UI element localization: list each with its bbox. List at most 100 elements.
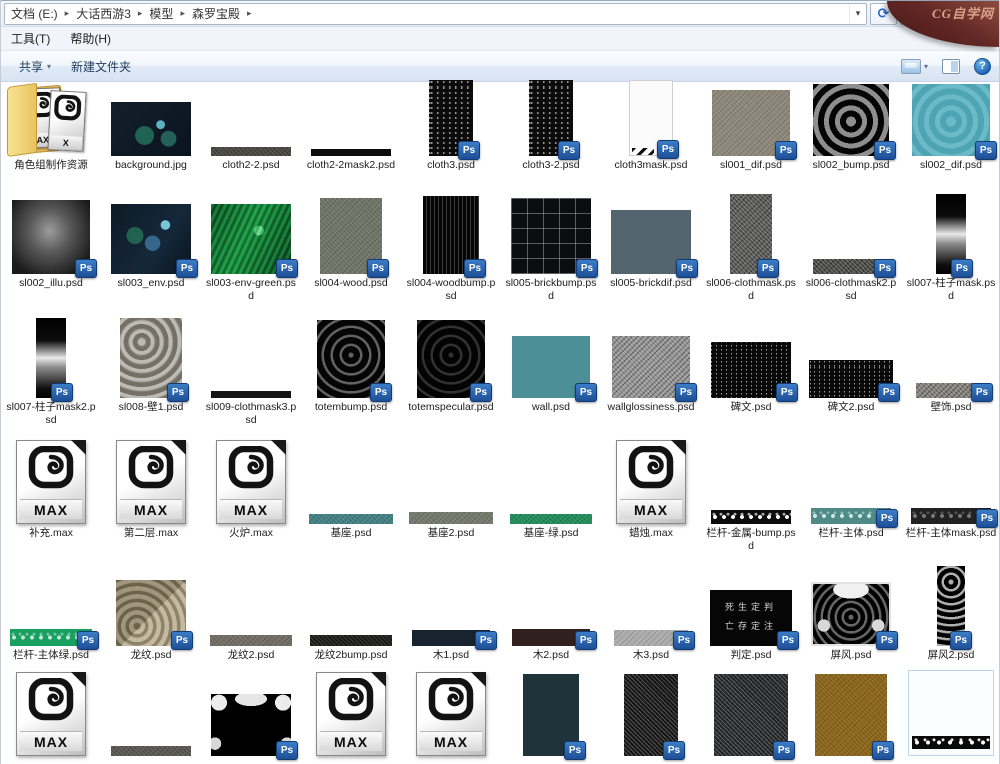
psd-thumbnail: Ps xyxy=(529,80,573,156)
file-item[interactable]: Ps栏杆-主体绿.psd xyxy=(1,562,101,680)
file-item[interactable]: Pswallglossiness.psd xyxy=(601,314,701,438)
file-item[interactable]: Pscloth3.psd xyxy=(401,82,501,190)
psd-thumbnail: Ps xyxy=(611,210,691,274)
file-item[interactable] xyxy=(901,680,1000,764)
file-item[interactable]: Pstotemspecular.psd xyxy=(401,314,501,438)
file-item[interactable]: Pssl005-brickbump.psd xyxy=(501,190,601,314)
file-item[interactable]: AXX角色组制作资源 xyxy=(1,82,101,190)
file-item[interactable]: Pscloth3mask.psd xyxy=(601,82,701,190)
file-item[interactable]: Ps xyxy=(201,680,301,764)
file-item[interactable]: Pssl007-柱子mask.psd xyxy=(901,190,1000,314)
breadcrumb-item[interactable]: 模型 xyxy=(143,5,179,22)
photoshop-badge: Ps xyxy=(874,259,896,278)
file-label: sl002_illu.psd xyxy=(19,277,83,290)
file-item[interactable]: Ps栏杆-主体mask.psd xyxy=(901,438,1000,562)
file-item[interactable]: 龙纹2bump.psd xyxy=(301,562,401,680)
file-item[interactable]: Pssl001_dif.psd xyxy=(701,82,801,190)
file-item[interactable]: Pscloth3-2.psd xyxy=(501,82,601,190)
file-item[interactable]: Pssl002_dif.psd xyxy=(901,82,1000,190)
file-item[interactable]: Ps木2.psd xyxy=(501,562,601,680)
breadcrumb-item[interactable]: 森罗宝殿 xyxy=(186,5,246,22)
file-item[interactable]: 基座-绿.psd xyxy=(501,438,601,562)
breadcrumb-item[interactable]: 文档 (E:) xyxy=(5,5,64,22)
file-item[interactable]: Pssl002_illu.psd xyxy=(1,190,101,314)
file-label: sl009-clothmask3.psd xyxy=(205,401,297,426)
psd-thumbnail xyxy=(409,512,493,524)
file-label: sl003-env-green.psd xyxy=(205,277,297,302)
file-item[interactable]: Ps碑文2.psd xyxy=(801,314,901,438)
file-item[interactable]: 死生定判 亡存定注Ps判定.psd xyxy=(701,562,801,680)
file-item[interactable]: 基座2.psd xyxy=(401,438,501,562)
breadcrumb[interactable]: 文档 (E:)▸大话西游3▸模型▸森罗宝殿▸ ▾ xyxy=(4,3,867,25)
file-item[interactable]: Pssl004-woodbump.psd xyxy=(401,190,501,314)
file-item[interactable]: Pssl006-clothmask2.psd xyxy=(801,190,901,314)
file-item[interactable]: Ps栏杆-主体.psd xyxy=(801,438,901,562)
file-item[interactable]: cloth2-2mask2.psd xyxy=(301,82,401,190)
refresh-button[interactable]: ⟳ xyxy=(870,3,897,25)
file-item[interactable]: sl009-clothmask3.psd xyxy=(201,314,301,438)
file-item[interactable]: Pssl008-壁1.psd xyxy=(101,314,201,438)
file-item[interactable]: 基座.psd xyxy=(301,438,401,562)
file-item[interactable]: MAX xyxy=(301,680,401,764)
chevron-down-icon: ▾ xyxy=(924,62,928,71)
file-thumbnail-area: Ps xyxy=(111,190,191,274)
max-badge: MAX xyxy=(20,731,82,751)
file-item[interactable]: MAX第二层.max xyxy=(101,438,201,562)
psd-thumbnail xyxy=(210,635,292,646)
page-icon: MAX xyxy=(216,440,286,524)
photoshop-badge: Ps xyxy=(971,383,993,402)
new-folder-button[interactable]: 新建文件夹 xyxy=(61,51,141,81)
photoshop-badge: Ps xyxy=(663,741,685,760)
file-label: 屏风2.psd xyxy=(928,649,975,662)
file-item[interactable]: Pssl004-wood.psd xyxy=(301,190,401,314)
psd-thumbnail: Ps xyxy=(730,194,772,274)
file-item[interactable]: Ps木3.psd xyxy=(601,562,701,680)
breadcrumb-separator-icon[interactable]: ▸ xyxy=(246,8,253,19)
breadcrumb-item[interactable]: 大话西游3 xyxy=(70,5,137,22)
psd-thumbnail: Ps xyxy=(711,342,791,398)
file-item[interactable]: Ps xyxy=(801,680,901,764)
file-item[interactable]: Pssl003-env-green.psd xyxy=(201,190,301,314)
file-item[interactable]: Pssl002_bump.psd xyxy=(801,82,901,190)
file-label: sl005-brickdif.psd xyxy=(610,277,692,290)
search-input[interactable] xyxy=(900,3,996,25)
address-dropdown-icon[interactable]: ▾ xyxy=(849,4,866,24)
file-item[interactable]: Pssl003_env.psd xyxy=(101,190,201,314)
file-item[interactable]: Ps sl005-brickdif.psd xyxy=(601,190,701,314)
max-badge: MAX xyxy=(320,731,382,751)
file-item[interactable]: Ps碑文.psd xyxy=(701,314,801,438)
file-item[interactable]: 龙纹2.psd xyxy=(201,562,301,680)
file-item[interactable] xyxy=(101,680,201,764)
file-item[interactable]: Pssl006-clothmask.psd xyxy=(701,190,801,314)
help-icon[interactable]: ? xyxy=(974,58,991,75)
file-label: sl004-woodbump.psd xyxy=(405,277,497,302)
file-item[interactable]: Pstotembump.psd xyxy=(301,314,401,438)
change-view-button[interactable]: ▾ xyxy=(901,59,928,74)
file-item[interactable]: Pswall.psd xyxy=(501,314,601,438)
menu-item-tools[interactable]: 工具(T) xyxy=(11,30,50,47)
file-item[interactable]: Ps xyxy=(701,680,801,764)
file-item[interactable]: Ps xyxy=(501,680,601,764)
file-label: sl005-brickbump.psd xyxy=(505,277,597,302)
file-item[interactable]: Ps龙纹.psd xyxy=(101,562,201,680)
file-item[interactable]: MAX xyxy=(401,680,501,764)
preview-pane-icon[interactable] xyxy=(942,59,960,74)
menu-item-help[interactable]: 帮助(H) xyxy=(70,30,111,47)
file-item[interactable]: MAX补充.max xyxy=(1,438,101,562)
file-item[interactable]: Ps xyxy=(601,680,701,764)
file-item[interactable]: Ps木1.psd xyxy=(401,562,501,680)
file-item[interactable]: MAX火炉.max xyxy=(201,438,301,562)
file-item[interactable]: Ps屏风2.psd xyxy=(901,562,1000,680)
max-file-thumbnail: MAX xyxy=(416,672,486,756)
file-item[interactable]: MAX xyxy=(1,680,101,764)
share-button[interactable]: 共享 ▾ xyxy=(9,51,61,81)
file-item[interactable]: 栏杆-金属-bump.psd xyxy=(701,438,801,562)
file-item[interactable]: Pssl007-柱子mask2.psd xyxy=(1,314,101,438)
file-item[interactable]: background.jpg xyxy=(101,82,201,190)
psd-thumbnail: Ps xyxy=(629,80,673,156)
file-item[interactable]: Ps屏风.psd xyxy=(801,562,901,680)
file-item[interactable]: cloth2-2.psd xyxy=(201,82,301,190)
file-item[interactable]: Ps壁饰.psd xyxy=(901,314,1000,438)
file-item[interactable]: MAX蜡烛.max xyxy=(601,438,701,562)
psd-thumbnail: Ps xyxy=(211,694,291,756)
